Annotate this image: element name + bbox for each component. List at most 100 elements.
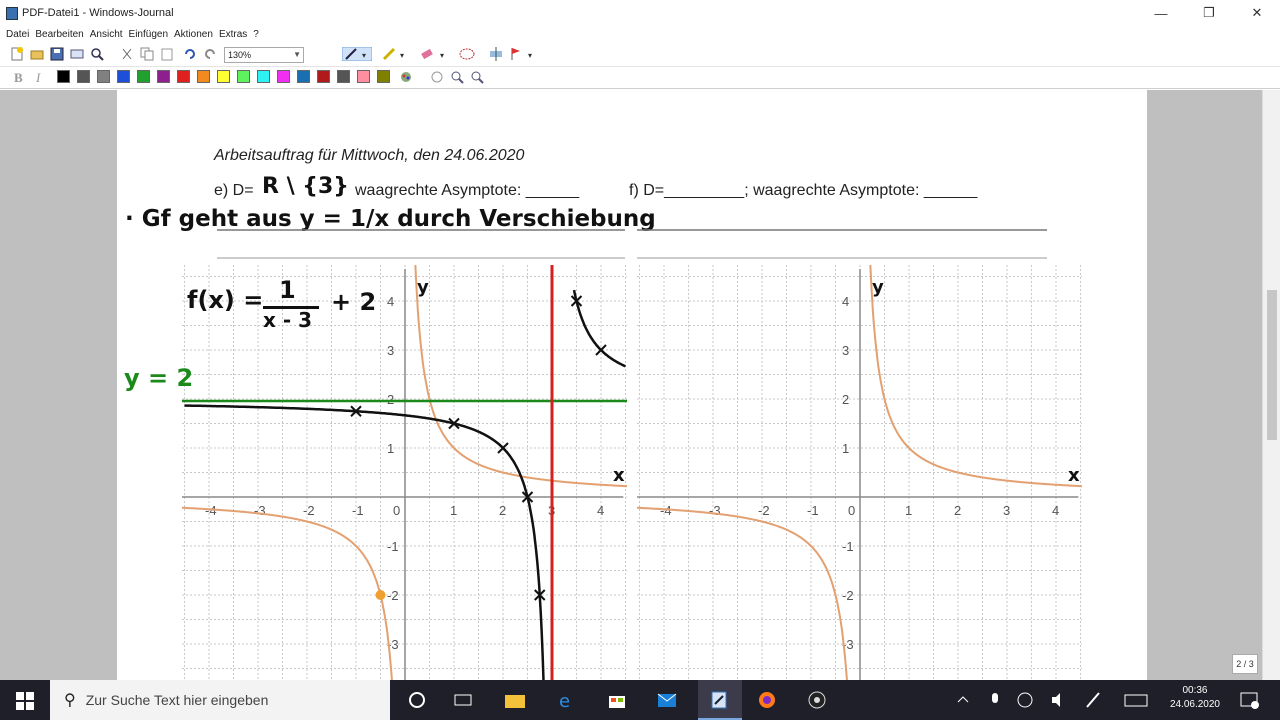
color-swatch[interactable]: [197, 70, 210, 83]
color-swatch[interactable]: [157, 70, 170, 83]
zoom-value: 130%: [228, 50, 252, 60]
pointer-icon[interactable]: [430, 70, 444, 84]
clock-date: 24.06.2020: [1169, 699, 1220, 710]
menu-datei[interactable]: Datei: [6, 29, 29, 40]
color-swatch[interactable]: [57, 70, 70, 83]
hyperbola-branch-left: [637, 506, 848, 680]
file-explorer-icon[interactable]: [504, 690, 526, 710]
color-swatch[interactable]: [97, 70, 110, 83]
menu-help[interactable]: ?: [253, 29, 259, 40]
keyboard-icon[interactable]: [1124, 690, 1148, 710]
vertical-scrollbar[interactable]: [1262, 90, 1280, 680]
redo-icon[interactable]: [203, 47, 217, 61]
menu-einfuegen[interactable]: Einfügen: [129, 29, 168, 40]
windows-start-icon[interactable]: [14, 690, 36, 710]
color-picker-icon[interactable]: [398, 70, 414, 84]
translated-graph-left: [184, 404, 545, 680]
x-tick-label: -2: [758, 503, 770, 518]
y-tick-label: 1: [842, 441, 849, 456]
svg-text:e: e: [559, 691, 570, 710]
firefox-icon[interactable]: [756, 690, 778, 710]
y-tick-label: -1: [842, 539, 854, 554]
color-swatch[interactable]: [337, 70, 350, 83]
journal-page[interactable]: Arbeitsauftrag für Mittwoch, den 24.06.2…: [117, 90, 1147, 680]
hyperbola-branch-right: [869, 265, 1082, 488]
cut-icon[interactable]: [120, 47, 134, 61]
italic-button[interactable]: I: [36, 70, 40, 86]
y-tick-label: 4: [387, 294, 394, 309]
menu-bearbeiten[interactable]: Bearbeiten: [35, 29, 83, 40]
x-tick-label: 1: [450, 503, 457, 518]
mail-icon[interactable]: [656, 690, 678, 710]
paste-icon[interactable]: [160, 47, 174, 61]
journal-taskbar-button[interactable]: [698, 680, 742, 720]
edge-icon[interactable]: e: [556, 690, 578, 710]
zoom-out-icon[interactable]: [470, 70, 484, 84]
formula-lhs: f(x) =: [187, 286, 264, 314]
store-icon[interactable]: [606, 690, 628, 710]
color-swatch[interactable]: [117, 70, 130, 83]
color-swatch[interactable]: [217, 70, 230, 83]
x-axis-label: x: [613, 465, 625, 486]
y-tick-label: 3: [842, 343, 849, 358]
color-swatch[interactable]: [317, 70, 330, 83]
x-tick-label: 2: [954, 503, 961, 518]
zoom-select[interactable]: 130% ▼: [224, 47, 304, 63]
copy-icon[interactable]: [140, 47, 154, 61]
new-page-icon[interactable]: [10, 47, 24, 61]
color-swatch[interactable]: [237, 70, 250, 83]
insert-space-icon[interactable]: [488, 47, 506, 61]
color-swatch[interactable]: [357, 70, 370, 83]
x-tick-label: 1: [905, 503, 912, 518]
eraser-icon[interactable]: ▾: [420, 47, 450, 61]
color-swatch[interactable]: [137, 70, 150, 83]
system-clock[interactable]: 00:36 24.06.2020: [1170, 684, 1220, 712]
taskbar-search[interactable]: ⚲ Zur Suche Text hier eingeben: [50, 680, 390, 720]
obs-icon[interactable]: [806, 690, 828, 710]
save-icon[interactable]: [50, 47, 64, 61]
x-tick-label: 0: [848, 503, 855, 518]
bold-button[interactable]: B: [14, 70, 23, 86]
pen-workspace-icon[interactable]: [1084, 690, 1102, 710]
flag-icon[interactable]: ▾: [508, 47, 538, 61]
notification-icon[interactable]: [1238, 690, 1260, 710]
color-swatch[interactable]: [257, 70, 270, 83]
scrollbar-thumb[interactable]: [1267, 290, 1277, 440]
minimize-button[interactable]: —: [1138, 0, 1184, 26]
undo-icon[interactable]: [183, 47, 197, 61]
send-icon[interactable]: [70, 47, 84, 61]
format-toolbar: B I: [0, 67, 1280, 89]
network-icon[interactable]: [1016, 690, 1034, 710]
pen-tool-icon[interactable]: ▾: [342, 47, 372, 61]
color-swatch[interactable]: [177, 70, 190, 83]
color-swatch[interactable]: [77, 70, 90, 83]
search-placeholder: Zur Suche Text hier eingeben: [85, 692, 269, 708]
color-swatch[interactable]: [277, 70, 290, 83]
zoom-in-icon[interactable]: [450, 70, 464, 84]
svg-text:▾: ▾: [362, 51, 366, 60]
title-bar: PDF-Datei1 - Windows-Journal — ❐ ✕: [0, 0, 1280, 26]
tray-chevron-icon[interactable]: [956, 690, 970, 710]
microphone-icon[interactable]: [988, 690, 1002, 710]
menu-ansicht[interactable]: Ansicht: [90, 29, 123, 40]
document-workspace[interactable]: Arbeitsauftrag für Mittwoch, den 24.06.2…: [0, 90, 1280, 680]
close-button[interactable]: ✕: [1234, 0, 1280, 26]
x-tick-label: -3: [709, 503, 721, 518]
open-icon[interactable]: [30, 47, 44, 61]
volume-icon[interactable]: [1050, 690, 1068, 710]
menu-extras[interactable]: Extras: [219, 29, 247, 40]
highlighter-icon[interactable]: ▾: [380, 47, 410, 61]
hyperbola-branch-left: [182, 506, 393, 680]
restore-button[interactable]: ❐: [1186, 0, 1232, 26]
lasso-select-icon[interactable]: [458, 47, 482, 61]
cortana-icon[interactable]: [406, 690, 428, 710]
chevron-down-icon: ▼: [293, 50, 301, 59]
taskbar: ⚲ Zur Suche Text hier eingeben e 00:36 2…: [0, 680, 1280, 720]
menu-aktionen[interactable]: Aktionen: [174, 29, 213, 40]
x-axis-label: x: [1068, 465, 1080, 486]
x-tick-label: 2: [499, 503, 506, 518]
task-view-icon[interactable]: [452, 690, 474, 710]
color-swatch[interactable]: [377, 70, 390, 83]
color-swatch[interactable]: [297, 70, 310, 83]
find-icon[interactable]: [90, 47, 104, 61]
